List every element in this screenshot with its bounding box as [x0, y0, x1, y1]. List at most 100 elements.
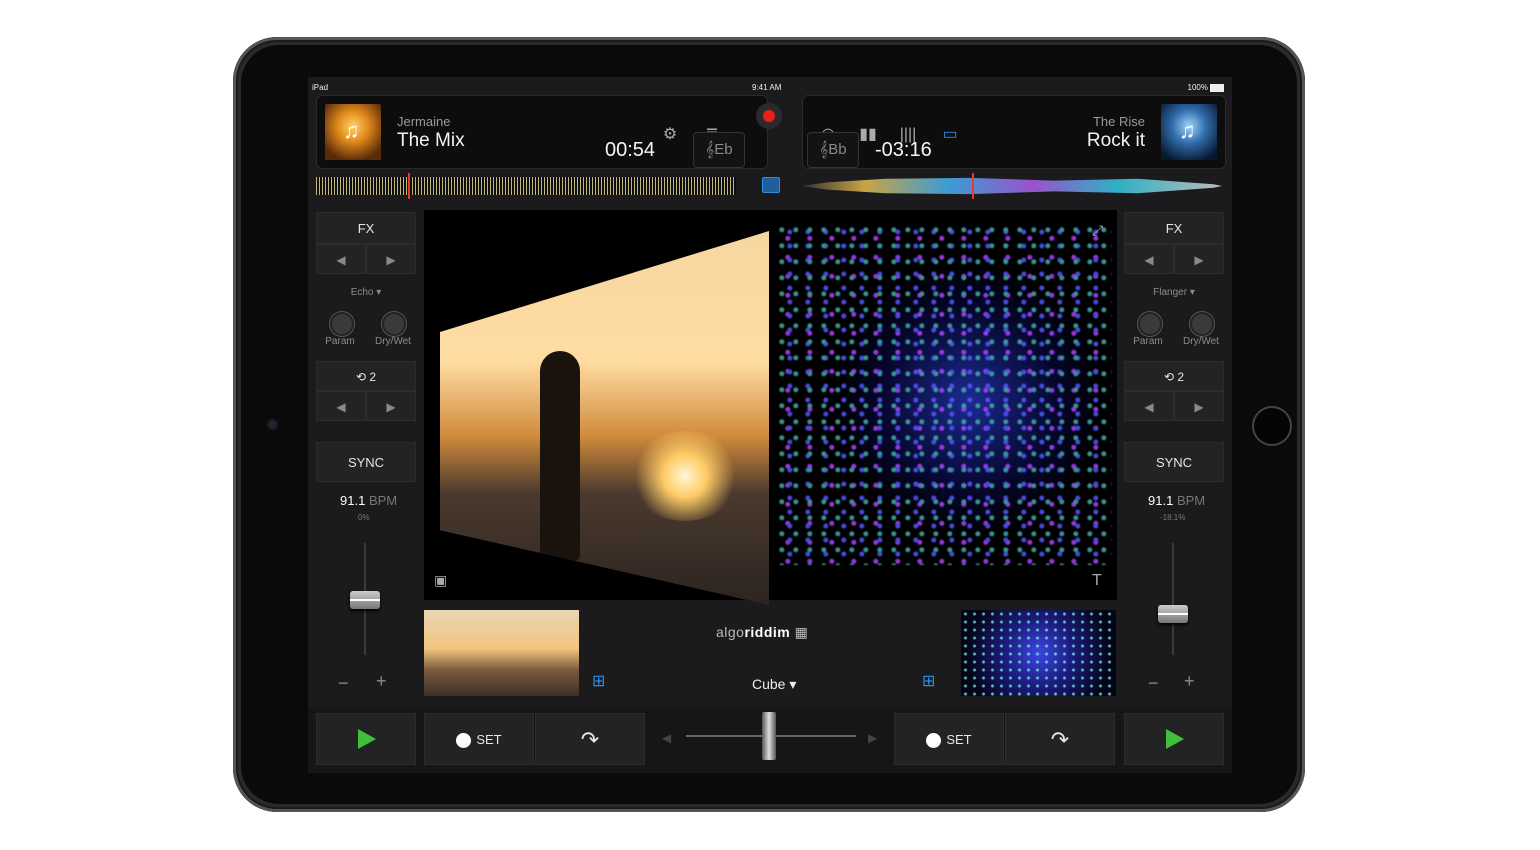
loop-next-left[interactable]: ▶: [366, 391, 416, 421]
album-art-right[interactable]: ♫: [1161, 104, 1217, 160]
pitch-right: -18.1%: [1160, 513, 1186, 522]
fx-next-right[interactable]: ▶: [1174, 244, 1224, 274]
fx-button-left[interactable]: FX: [316, 212, 416, 244]
text-icon[interactable]: T: [1092, 572, 1102, 590]
pitch-minus-right[interactable]: −: [1148, 673, 1159, 694]
fx-prev-left[interactable]: ◀: [316, 244, 366, 274]
grid-icon[interactable]: ⊞: [592, 671, 605, 691]
loop-value-left: 2: [369, 370, 377, 384]
pitch-plus-right[interactable]: +: [1184, 671, 1195, 692]
bpm-left: 91.1 BPM: [340, 493, 397, 508]
home-button[interactable]: [1252, 406, 1292, 446]
video-toggle-button[interactable]: [762, 177, 780, 193]
app-logo: algoriddim ▦: [716, 624, 809, 640]
playhead-left: [408, 173, 410, 199]
status-bar: iPad 9:41 AM 100%: [308, 77, 1232, 97]
video-preview[interactable]: ⤢ ▣ T: [424, 210, 1117, 605]
effect-name-left: Echo: [350, 287, 374, 298]
rewind-curve-right[interactable]: ↷: [1005, 713, 1115, 765]
fx-prev-right[interactable]: ◀: [1124, 244, 1174, 274]
video-thumb-right[interactable]: [961, 610, 1116, 696]
waveform-left[interactable]: [316, 177, 736, 195]
device-label: iPad: [312, 83, 329, 92]
record-button[interactable]: [756, 103, 782, 129]
crossfader-right-arrow[interactable]: ▶: [868, 731, 877, 745]
effect-select-left[interactable]: Echo ▾: [316, 287, 416, 298]
play-icon: [1166, 729, 1184, 749]
pitch-minus-left[interactable]: −: [338, 673, 349, 694]
loop-button-left[interactable]: ⟲ 2: [316, 361, 416, 391]
playhead-right: [972, 173, 974, 199]
artist-right: The Rise: [1092, 114, 1145, 129]
set-cue-button-left[interactable]: SET: [424, 713, 534, 765]
bpm-unit-left: BPM: [368, 493, 398, 508]
battery-percent: 100%: [1187, 83, 1208, 92]
key-right-value: Bb: [828, 141, 847, 158]
loop-icon: ⟲: [355, 370, 370, 384]
crossfader-left-arrow[interactable]: ◀: [662, 731, 671, 745]
loop-button-right[interactable]: ⟲ 2: [1124, 361, 1224, 391]
video-icon[interactable]: ▭: [941, 126, 959, 144]
album-art-left[interactable]: ♫: [325, 104, 381, 160]
bpm-unit-right: BPM: [1176, 493, 1206, 508]
fx-button-right[interactable]: FX: [1124, 212, 1224, 244]
video-clip-right: [779, 225, 1112, 565]
sync-button-right[interactable]: SYNC: [1124, 442, 1224, 482]
transition-select[interactable]: Cube ▾: [752, 676, 796, 693]
set-cue-button-right[interactable]: SET: [894, 713, 1004, 765]
rewind-curve-icon: ↷: [580, 727, 600, 752]
drywet-knob-right[interactable]: [1190, 312, 1214, 336]
pitch-fader-track-right: [1172, 543, 1174, 655]
loop-next-right[interactable]: ▶: [1174, 391, 1224, 421]
video-thumb-left[interactable]: [424, 610, 579, 696]
rewind-curve-icon: ↷: [1050, 727, 1070, 752]
param-knob-left[interactable]: [330, 312, 354, 336]
waveform-right[interactable]: [802, 177, 1222, 195]
drywet-label-left: Dry/Wet: [375, 336, 411, 347]
param-label-left: Param: [325, 336, 355, 347]
logo-bold: riddim: [744, 624, 791, 640]
sunset-glow: [630, 431, 740, 521]
pitch-fader-left[interactable]: [350, 591, 380, 609]
rewind-curve-left[interactable]: ↷: [535, 713, 645, 765]
loop-prev-right[interactable]: ◀: [1124, 391, 1174, 421]
crossfader[interactable]: [762, 712, 776, 760]
time-left: 00:54: [605, 139, 656, 161]
param-label-right: Param: [1133, 336, 1163, 347]
drywet-label-right: Dry/Wet: [1183, 336, 1219, 347]
set-label-right: SET: [946, 732, 972, 747]
effect-name-right: Flanger: [1153, 287, 1188, 298]
pitch-plus-left[interactable]: +: [376, 671, 387, 692]
loop-value-right: 2: [1177, 370, 1185, 384]
loop-prev-left[interactable]: ◀: [316, 391, 366, 421]
bpm-right: 91.1 BPM: [1148, 493, 1205, 508]
music-note-icon: ♫: [1179, 118, 1196, 143]
drywet-knob-left[interactable]: [382, 312, 406, 336]
pitch-fader-right[interactable]: [1158, 605, 1188, 623]
track-title-left: The Mix: [397, 130, 465, 151]
deck-right-header: ◎ ▮▮ |||| ▭ 𝄞Bb -03:16 The Rise Rock it …: [802, 95, 1226, 169]
time-right: -03:16: [875, 139, 932, 161]
dancer-silhouette: [540, 351, 580, 561]
set-label-left: SET: [476, 732, 502, 747]
key-right[interactable]: 𝄞Bb: [807, 132, 859, 168]
key-left[interactable]: 𝄞Eb: [693, 132, 745, 168]
music-note-icon: ♫: [343, 118, 360, 143]
effect-select-right[interactable]: Flanger ▾: [1124, 287, 1224, 298]
video-clip-left: [440, 231, 769, 605]
image-icon[interactable]: ▣: [434, 572, 447, 589]
track-title-right: Rock it: [1086, 130, 1145, 151]
gear-icon[interactable]: ⚙: [661, 126, 679, 144]
grid-icon[interactable]: ⊞: [922, 671, 935, 691]
clock: 9:41 AM: [752, 83, 782, 92]
deck-left-header: ♫ Jermaine The Mix ⚙ ≣ 00:54 𝄞Eb: [316, 95, 768, 169]
bpm-value-right: 91.1: [1148, 493, 1174, 508]
cue-dot-icon: [926, 733, 942, 749]
sync-button-left[interactable]: SYNC: [316, 442, 416, 482]
fx-next-left[interactable]: ▶: [366, 244, 416, 274]
expand-icon[interactable]: ⤢: [1092, 222, 1103, 239]
param-knob-right[interactable]: [1138, 312, 1162, 336]
cue-dot-icon: [456, 733, 472, 749]
bpm-value-left: 91.1: [340, 493, 366, 508]
logo-light: algo: [716, 624, 745, 640]
